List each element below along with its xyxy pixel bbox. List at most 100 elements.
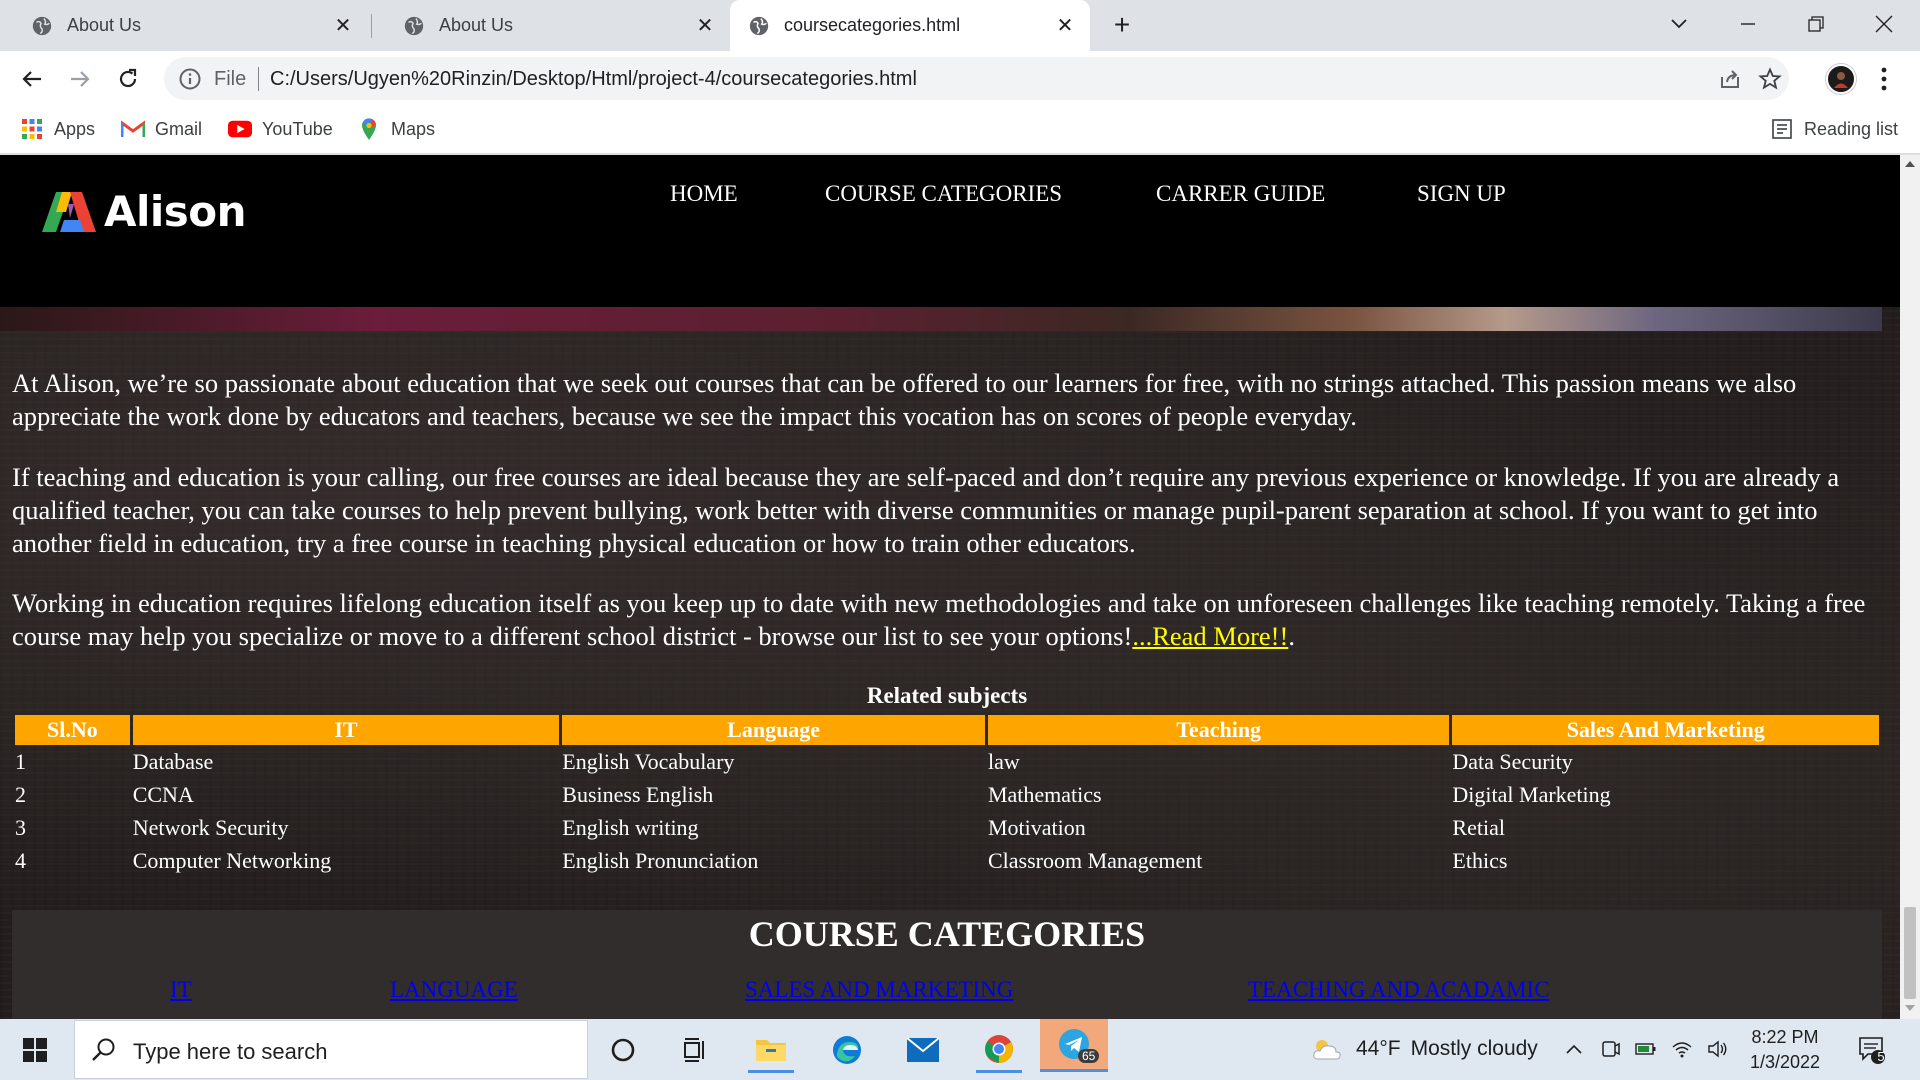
forward-arrow-icon[interactable] (64, 63, 96, 95)
bookmark-youtube[interactable]: YouTube (228, 116, 333, 142)
scroll-up-arrow-icon[interactable] (1905, 161, 1915, 167)
weather-condition: Mostly cloudy (1410, 1037, 1538, 1060)
table-cell: Ethics (1452, 847, 1508, 873)
youtube-icon (228, 117, 252, 141)
course-categories-title: COURSE CATEGORIES (748, 914, 1146, 954)
vertical-scrollbar[interactable] (1900, 155, 1920, 1019)
weather-temp: 44°F (1356, 1037, 1401, 1060)
table-cell: Data Security (1452, 748, 1573, 774)
globe-icon (749, 16, 769, 35)
table-cell: 4 (15, 847, 26, 873)
reload-icon[interactable] (112, 63, 144, 95)
scroll-down-arrow-icon[interactable] (1905, 1005, 1915, 1011)
close-window-icon[interactable] (1866, 8, 1902, 40)
cortana-icon[interactable] (600, 1027, 646, 1073)
close-tab-icon[interactable]: ✕ (1054, 14, 1076, 37)
table-caption: Related subjects (866, 683, 1028, 708)
battery-icon[interactable] (1634, 1037, 1658, 1061)
category-link-sales-marketing[interactable]: SALES AND MARKETING (745, 977, 1013, 1003)
profile-avatar[interactable] (1826, 64, 1856, 94)
show-hidden-icons-chevron-icon[interactable] (1562, 1037, 1586, 1061)
system-clock[interactable]: 8:22 PM 1/3/2022 (1730, 1025, 1840, 1075)
table-cell: Database (132, 748, 214, 774)
banner-image-strip (0, 307, 1882, 331)
maps-icon (357, 117, 381, 141)
reading-list-icon (1770, 117, 1794, 141)
weather-widget[interactable]: 44°F Mostly cloudy (1310, 1037, 1538, 1061)
close-tab-icon[interactable]: ✕ (332, 14, 354, 37)
wifi-icon[interactable] (1670, 1037, 1694, 1061)
nav-home[interactable]: HOME (670, 181, 738, 207)
table-cell: 2 (15, 781, 26, 807)
clock-date: 1/3/2022 (1749, 1052, 1821, 1072)
bookmark-label: Gmail (155, 118, 203, 139)
category-link-teaching-acadamic[interactable]: TEACHING AND ACADAMIC (1248, 977, 1550, 1003)
chrome-icon[interactable] (976, 1027, 1022, 1073)
url-text[interactable]: C:/Users/Ugyen%20Rinzin/Desktop/Html/pro… (270, 68, 917, 91)
category-link-language[interactable]: LANGUAGE (390, 977, 518, 1003)
restore-icon[interactable] (1798, 8, 1834, 40)
file-explorer-icon[interactable] (748, 1027, 794, 1073)
file-scheme-label: File (214, 68, 247, 90)
alison-logo[interactable]: Alison (40, 187, 247, 236)
edge-browser-icon[interactable] (824, 1027, 870, 1073)
search-placeholder: Type here to search (133, 1039, 328, 1064)
table-cell: CCNA (132, 781, 194, 807)
bookmark-apps[interactable]: Apps (20, 116, 95, 142)
bookmarks-bar: Apps Gmail YouTube Maps Reading list (0, 106, 1920, 154)
bookmark-star-icon[interactable] (1758, 67, 1782, 91)
tab-search-chevron-icon[interactable] (1661, 8, 1697, 40)
reading-list-label: Reading list (1804, 118, 1899, 139)
telegram-icon[interactable]: 65 (1040, 1019, 1108, 1072)
tab-about-us-1[interactable]: About Us ✕ (0, 0, 368, 51)
read-more-link[interactable]: ...Read More!! (1132, 621, 1288, 651)
table-cell: 3 (15, 814, 26, 840)
task-view-icon[interactable] (672, 1027, 718, 1073)
alison-logo-icon (42, 191, 96, 232)
more-menu-icon[interactable] (1874, 63, 1894, 95)
mail-icon[interactable] (900, 1027, 946, 1073)
back-arrow-icon[interactable] (16, 63, 48, 95)
tab-title: About Us (67, 15, 142, 35)
category-link-it[interactable]: IT (170, 977, 192, 1003)
tab-about-us-2[interactable]: About Us ✕ (372, 0, 730, 51)
address-bar[interactable]: File C:/Users/Ugyen%20Rinzin/Desktop/Htm… (164, 57, 1789, 100)
meet-now-icon[interactable] (1598, 1037, 1622, 1061)
table-row: 3 Network Security English writing Motiv… (15, 811, 1879, 844)
teaching-paragraph: If teaching and education is your callin… (12, 462, 1840, 558)
omnibox-divider (258, 67, 259, 91)
table-cell: 1 (15, 748, 26, 774)
lifelong-paragraph: Working in education requires lifelong e… (12, 587, 1892, 653)
nav-sign-up[interactable]: SIGN UP (1417, 181, 1506, 207)
header-sl-no: Sl.No (15, 715, 130, 745)
reading-list-button[interactable]: Reading list (1770, 116, 1898, 142)
gmail-icon (121, 117, 145, 141)
taskbar-search-box[interactable]: Type here to search (74, 1020, 588, 1079)
globe-icon (32, 16, 52, 35)
read-more-suffix: . (1288, 621, 1295, 651)
nav-course-categories[interactable]: COURSE CATEGORIES (825, 181, 1062, 207)
table-cell: Classroom Management (987, 847, 1203, 873)
bookmark-label: Apps (54, 118, 96, 139)
table-cell: Retial (1452, 814, 1505, 840)
table-cell: Mathematics (987, 781, 1102, 807)
related-subjects-table: Sl.No IT Language Teaching Sales And Mar… (12, 715, 1882, 877)
notification-count: 5 (1877, 1049, 1885, 1064)
info-icon[interactable] (178, 67, 202, 91)
minimize-icon[interactable] (1730, 8, 1766, 40)
windows-start-icon[interactable] (10, 1031, 60, 1069)
bookmark-maps[interactable]: Maps (357, 116, 435, 142)
share-icon[interactable] (1718, 67, 1742, 91)
new-tab-icon[interactable]: + (1108, 11, 1136, 40)
scrollbar-thumb[interactable] (1904, 907, 1916, 999)
table-header-row: Sl.No IT Language Teaching Sales And Mar… (15, 715, 1879, 745)
bookmark-gmail[interactable]: Gmail (121, 116, 202, 142)
nav-carrer-guide[interactable]: CARRER GUIDE (1156, 181, 1325, 207)
notification-center-icon[interactable]: 5 (1858, 1035, 1888, 1065)
tab-coursecategories[interactable]: coursecategories.html ✕ (730, 0, 1090, 51)
volume-icon[interactable] (1706, 1037, 1730, 1061)
search-icon (92, 1038, 115, 1061)
close-tab-icon[interactable]: ✕ (694, 14, 716, 37)
bookmark-label: Maps (391, 118, 436, 139)
table-cell: English Vocabulary (562, 748, 735, 774)
